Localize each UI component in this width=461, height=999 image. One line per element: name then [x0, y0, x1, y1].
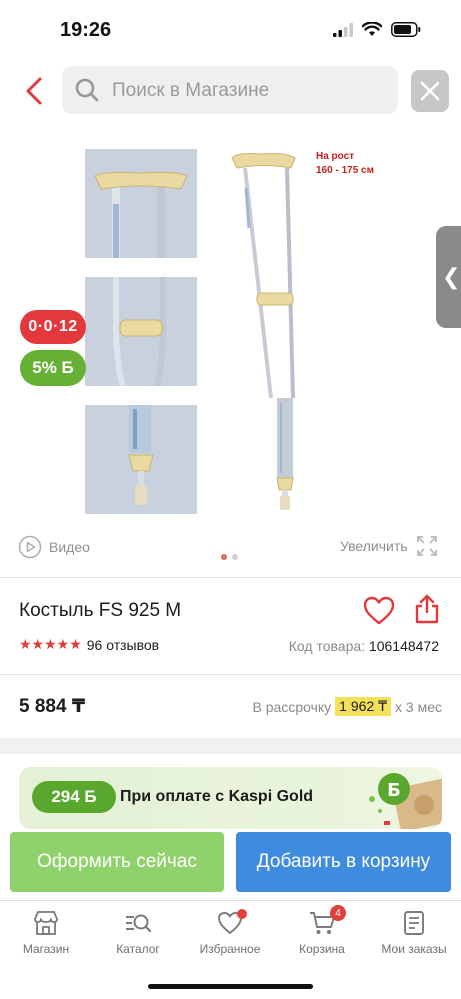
installment-amount: 1 962 ₸	[335, 697, 392, 716]
section-separator	[0, 738, 461, 754]
zoom-label: Увеличить	[340, 538, 408, 554]
status-bar: 19:26	[0, 0, 461, 60]
product-rating[interactable]: ★★★★★ 96 отзывов	[19, 636, 159, 653]
divider	[0, 577, 461, 578]
video-label: Видео	[49, 539, 90, 555]
checkout-now-button[interactable]: Оформить сейчас	[10, 832, 224, 892]
battery-icon	[391, 22, 421, 37]
kaspi-gold-banner[interactable]: 294 Б При оплате с Kaspi Gold Б	[19, 767, 442, 829]
tab-cart[interactable]: Корзина 4	[276, 905, 368, 965]
search-input[interactable]: Поиск в Магазине	[62, 66, 398, 114]
store-icon	[34, 911, 58, 935]
product-thumbnail-tip	[85, 405, 197, 514]
home-indicator[interactable]	[148, 984, 313, 989]
tab-catalog[interactable]: Каталог	[92, 909, 184, 965]
zoom-button[interactable]: Увеличить	[340, 535, 438, 557]
product-sku: Код товара: 106148472	[289, 638, 439, 654]
back-arrow-icon[interactable]	[22, 76, 48, 106]
notification-dot	[237, 909, 247, 919]
close-search-button[interactable]	[411, 70, 449, 112]
timer-badge: 0·0·12	[20, 310, 86, 344]
gallery-pagination	[221, 554, 238, 560]
kaspi-gold-card-icon: Б	[369, 773, 442, 829]
height-note: На рост 160 - 175 см	[316, 150, 374, 178]
product-thumbnail-handle	[85, 277, 197, 386]
video-button[interactable]: Видео	[18, 535, 90, 559]
tab-favorites[interactable]: Избранное	[184, 909, 276, 965]
wifi-icon	[362, 22, 382, 36]
height-note-line2: 160 - 175 см	[316, 165, 374, 176]
product-gallery[interactable]: На рост 160 - 175 см 0·0·12 5% Б ❮ Видео…	[0, 130, 461, 570]
close-icon	[420, 81, 440, 101]
product-thumbnail-top	[85, 149, 197, 258]
sku-value: 106148472	[368, 638, 439, 654]
tab-label: Каталог	[116, 942, 160, 956]
expand-icon	[416, 536, 437, 556]
chevron-left-icon: ❮	[442, 264, 461, 289]
side-panel-handle[interactable]: ❮	[436, 226, 461, 328]
tab-label: Избранное	[199, 942, 261, 956]
cart-count-badge: 4	[330, 905, 346, 921]
divider	[0, 674, 461, 675]
svg-text:Б: Б	[387, 780, 401, 801]
pagination-dot-active[interactable]	[221, 554, 227, 560]
search-icon	[75, 78, 99, 102]
signal-icon	[333, 22, 353, 37]
add-to-cart-button[interactable]: Добавить в корзину	[236, 832, 451, 892]
gold-banner-text: При оплате с Kaspi Gold	[120, 788, 314, 805]
gold-bonus-pill: 294 Б	[32, 781, 116, 813]
product-main-image	[231, 153, 296, 510]
tab-orders[interactable]: Мои заказы	[368, 909, 460, 965]
tab-label: Мои заказы	[381, 942, 447, 956]
rating-stars-icon: ★★★★★	[19, 636, 82, 652]
installment-info[interactable]: В рассрочку 1 962 ₸ х 3 мес	[253, 697, 442, 716]
tab-label: Магазин	[22, 942, 70, 956]
installment-label: В рассрочку	[252, 698, 332, 715]
installment-term: х 3 мес	[395, 698, 442, 715]
product-title: Костыль FS 925 M	[19, 600, 182, 621]
reviews-count[interactable]: 96 отзывов	[87, 637, 159, 653]
height-note-line1: На рост	[316, 151, 355, 162]
catalog-search-icon	[126, 914, 152, 933]
pagination-dot[interactable]	[232, 554, 238, 560]
status-icons	[333, 22, 421, 37]
search-placeholder: Поиск в Магазине	[112, 80, 270, 101]
favorite-heart-icon[interactable]	[363, 596, 395, 626]
status-time: 19:26	[60, 19, 112, 41]
bonus-badge: 5% Б	[20, 350, 86, 386]
sku-label: Код товара:	[288, 638, 366, 654]
share-icon[interactable]	[414, 594, 440, 624]
play-icon	[18, 535, 42, 559]
tab-store[interactable]: Магазин	[0, 909, 92, 965]
product-price: 5 884 ₸	[19, 696, 86, 717]
orders-icon	[404, 911, 424, 935]
tab-label: Корзина	[299, 942, 345, 956]
